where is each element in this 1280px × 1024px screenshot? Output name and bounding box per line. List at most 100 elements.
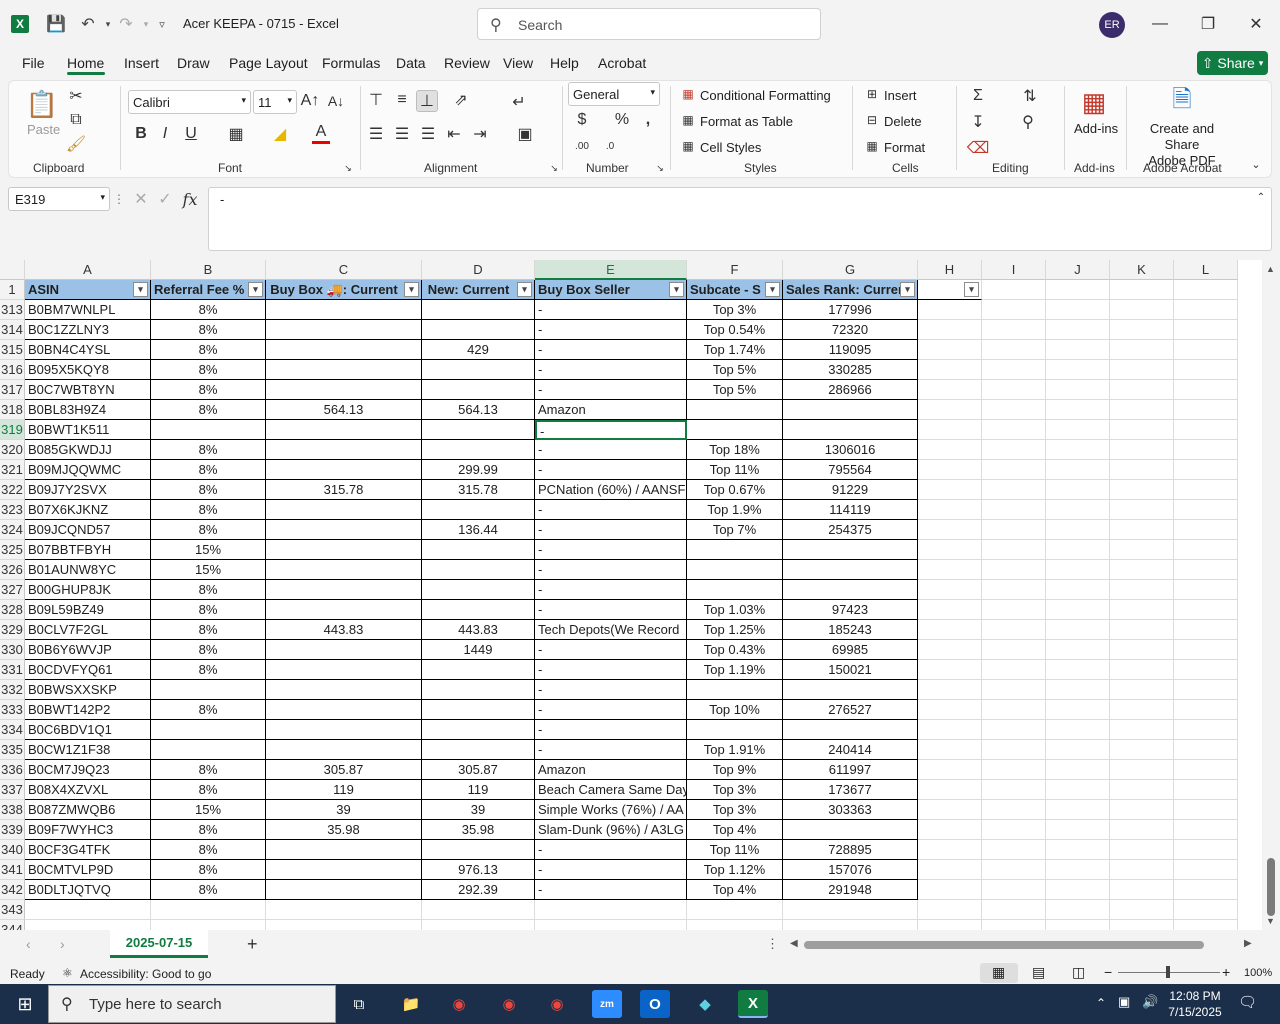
cell[interactable]: [1110, 580, 1174, 600]
cell[interactable]: [1110, 340, 1174, 360]
table-cell[interactable]: B087ZMWQB6: [25, 800, 151, 820]
table-cell[interactable]: B0CF3G4TFK: [25, 840, 151, 860]
table-cell[interactable]: 564.13: [266, 400, 422, 420]
table-cell[interactable]: B0CMTVLP9D: [25, 860, 151, 880]
table-cell[interactable]: 1449: [422, 640, 535, 660]
underline-icon[interactable]: U: [182, 124, 200, 144]
column-header[interactable]: E: [535, 260, 687, 280]
cell[interactable]: [1046, 900, 1110, 920]
table-cell[interactable]: B09L59BZ49: [25, 600, 151, 620]
row-header[interactable]: 329: [0, 620, 25, 640]
cell[interactable]: [918, 640, 982, 660]
table-cell[interactable]: -: [535, 560, 687, 580]
cell[interactable]: [982, 480, 1046, 500]
table-cell[interactable]: [422, 540, 535, 560]
table-cell[interactable]: Top 1.03%: [687, 600, 783, 620]
cell[interactable]: [982, 580, 1046, 600]
table-cell[interactable]: 39: [422, 800, 535, 820]
table-cell[interactable]: [266, 740, 422, 760]
cell[interactable]: [918, 880, 982, 900]
table-header-cell[interactable]: Buy Box 🚚: Current ▾: [266, 280, 422, 300]
taskbar-clock[interactable]: 12:08 PM 7/15/2025: [1164, 988, 1226, 1020]
table-cell[interactable]: 303363: [783, 800, 918, 820]
table-cell[interactable]: -: [535, 360, 687, 380]
prev-sheet-icon[interactable]: ‹: [26, 936, 31, 952]
table-cell[interactable]: [687, 540, 783, 560]
alignment-dialog-launcher-icon[interactable]: ↘: [548, 162, 560, 174]
table-cell[interactable]: [687, 680, 783, 700]
table-cell[interactable]: Top 9%: [687, 760, 783, 780]
cell[interactable]: [982, 700, 1046, 720]
table-cell[interactable]: 611997: [783, 760, 918, 780]
font-dialog-launcher-icon[interactable]: ↘: [342, 162, 354, 174]
cell[interactable]: [918, 900, 982, 920]
cell[interactable]: [1174, 760, 1238, 780]
cell[interactable]: [1046, 780, 1110, 800]
cell[interactable]: [1046, 720, 1110, 740]
cell[interactable]: [1174, 800, 1238, 820]
scroll-left-icon[interactable]: ◀: [790, 938, 798, 949]
format-as-table-button[interactable]: Format as Table: [700, 114, 793, 129]
cell[interactable]: [982, 840, 1046, 860]
row-header[interactable]: 321: [0, 460, 25, 480]
scroll-right-icon[interactable]: ▶: [1244, 938, 1252, 949]
table-cell[interactable]: Top 1.9%: [687, 500, 783, 520]
table-cell[interactable]: 35.98: [266, 820, 422, 840]
excel-taskbar-icon[interactable]: X: [738, 990, 768, 1018]
cell[interactable]: [1110, 740, 1174, 760]
filter-dropdown-icon[interactable]: ▾: [964, 282, 979, 297]
cell[interactable]: [982, 320, 1046, 340]
table-cell[interactable]: 292.39: [422, 880, 535, 900]
table-cell[interactable]: [422, 380, 535, 400]
outlook-icon[interactable]: O: [640, 990, 670, 1018]
cell[interactable]: [1046, 360, 1110, 380]
table-cell[interactable]: [266, 420, 422, 440]
row-header[interactable]: 325: [0, 540, 25, 560]
table-cell[interactable]: Tech Depots(We Record: [535, 620, 687, 640]
table-cell[interactable]: [151, 720, 266, 740]
table-cell[interactable]: 39: [266, 800, 422, 820]
cell[interactable]: [918, 720, 982, 740]
filter-dropdown-icon[interactable]: ▾: [765, 282, 780, 297]
cell[interactable]: [1174, 320, 1238, 340]
table-cell[interactable]: [266, 500, 422, 520]
table-cell[interactable]: B0CLV7F2GL: [25, 620, 151, 640]
table-cell[interactable]: 157076: [783, 860, 918, 880]
table-cell[interactable]: 114119: [783, 500, 918, 520]
table-cell[interactable]: [151, 740, 266, 760]
table-cell[interactable]: 8%: [151, 760, 266, 780]
table-cell[interactable]: 305.87: [422, 760, 535, 780]
table-cell[interactable]: [266, 680, 422, 700]
cell[interactable]: [1110, 560, 1174, 580]
zoom-in-icon[interactable]: +: [1222, 964, 1230, 980]
cell[interactable]: [1046, 880, 1110, 900]
cell[interactable]: [982, 340, 1046, 360]
cell[interactable]: [982, 760, 1046, 780]
zoom-level[interactable]: 100%: [1244, 967, 1272, 979]
avatar[interactable]: ER: [1099, 12, 1125, 38]
table-cell[interactable]: [266, 540, 422, 560]
table-cell[interactable]: 240414: [783, 740, 918, 760]
cell[interactable]: [982, 380, 1046, 400]
cell[interactable]: [982, 880, 1046, 900]
column-header[interactable]: J: [1046, 260, 1110, 280]
sheet-tab[interactable]: 2025-07-15: [110, 930, 208, 958]
table-cell[interactable]: [687, 720, 783, 740]
table-cell[interactable]: 795564: [783, 460, 918, 480]
cell[interactable]: [918, 440, 982, 460]
cell[interactable]: [1046, 440, 1110, 460]
network-icon[interactable]: ▣: [1118, 994, 1130, 1010]
cell[interactable]: [1046, 640, 1110, 660]
row-header[interactable]: 339: [0, 820, 25, 840]
table-cell[interactable]: [266, 700, 422, 720]
cell[interactable]: [1046, 800, 1110, 820]
table-header-cell[interactable]: Subcate - S ▾: [687, 280, 783, 300]
table-cell[interactable]: Slam-Dunk (96%) / A3LG: [535, 820, 687, 840]
row-header[interactable]: 334: [0, 720, 25, 740]
tab-page-layout[interactable]: Page Layout: [229, 55, 308, 71]
row-header[interactable]: 333: [0, 700, 25, 720]
table-cell[interactable]: [266, 660, 422, 680]
table-cell[interactable]: [266, 720, 422, 740]
cell[interactable]: [1110, 280, 1174, 300]
table-cell[interactable]: B09J7Y2SVX: [25, 480, 151, 500]
